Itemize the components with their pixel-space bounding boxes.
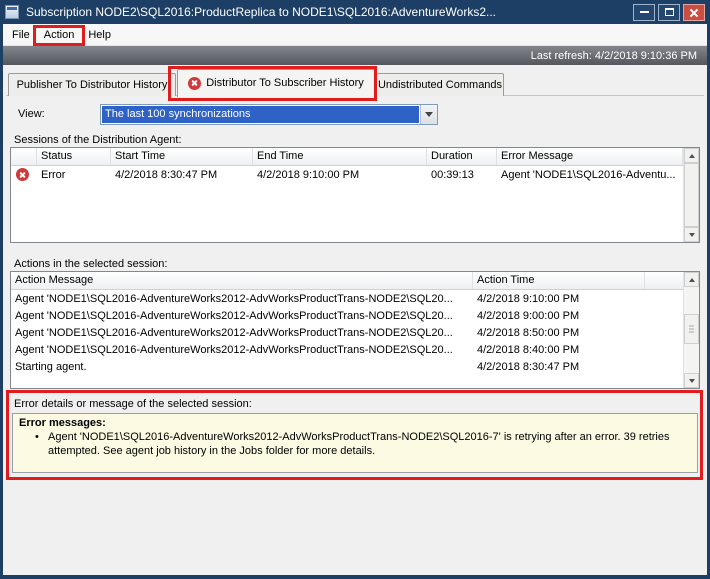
action-row[interactable]: Agent 'NODE1\SQL2016-AdventureWorks2012-… [11,341,683,358]
scroll-thumb[interactable] [684,314,699,344]
tab-distributor-to-subscriber-history[interactable]: Distributor To Subscriber History [177,69,375,97]
tab-label: Undistributed Commands [378,79,502,91]
actions-label: Actions in the selected session: [14,258,167,270]
tab-label: Distributor To Subscriber History [206,77,364,89]
window-title: Subscription NODE2\SQL2016:ProductReplic… [26,5,626,19]
session-end-time-cell: 4/2/2018 9:10:00 PM [253,169,427,181]
maximize-button[interactable] [658,4,680,21]
actions-table: Action Message Action Time Agent 'NODE1\… [10,271,700,389]
view-dropdown[interactable]: The last 100 synchronizations [100,104,438,125]
tab-publisher-to-distributor-history[interactable]: Publisher To Distributor History [8,73,176,96]
session-start-time-cell: 4/2/2018 8:30:47 PM [111,169,253,181]
action-time-cell: 4/2/2018 8:50:00 PM [473,327,645,339]
maximize-icon [665,8,674,16]
bullet-icon: • [35,431,48,458]
action-message-cell: Agent 'NODE1\SQL2016-AdventureWorks2012-… [11,327,473,339]
error-message-item: • Agent 'NODE1\SQL2016-AdventureWorks201… [35,431,691,458]
scroll-down-button[interactable] [684,227,699,242]
arrow-down-icon [689,233,695,237]
column-header-action-time[interactable]: Action Time [473,272,645,289]
menu-file[interactable]: File [5,25,37,45]
menu-help[interactable]: Help [81,25,118,45]
scroll-up-button[interactable] [684,272,699,287]
scroll-grip-icon [689,326,694,333]
view-dropdown-value: The last 100 synchronizations [102,106,419,123]
tab-strip: Publisher To Distributor History Distrib… [8,68,505,96]
action-row[interactable]: Agent 'NODE1\SQL2016-AdventureWorks2012-… [11,324,683,341]
column-header-error-message[interactable]: Error Message [497,148,683,165]
arrow-down-icon [689,379,695,383]
action-message-cell: Agent 'NODE1\SQL2016-AdventureWorks2012-… [11,344,473,356]
action-time-cell: 4/2/2018 8:40:00 PM [473,344,645,356]
client-area: File Action Help Last refresh: 4/2/2018 … [3,24,707,575]
tab-undistributed-commands[interactable]: Undistributed Commands [376,73,504,96]
column-header-end-time[interactable]: End Time [253,148,427,165]
minimize-icon [640,11,649,13]
scroll-thumb[interactable] [684,163,699,227]
action-time-cell: 4/2/2018 9:10:00 PM [473,293,645,305]
actions-table-header: Action Message Action Time [11,272,683,290]
menu-bar: File Action Help [3,24,707,46]
scroll-up-button[interactable] [684,148,699,163]
session-row[interactable]: Error 4/2/2018 8:30:47 PM 4/2/2018 9:10:… [11,166,683,183]
chevron-down-icon [425,112,433,117]
error-messages-heading: Error messages: [19,417,691,429]
session-status-icon-cell [11,168,37,181]
action-time-cell: 4/2/2018 8:30:47 PM [473,361,645,373]
scroll-down-button[interactable] [684,373,699,388]
action-time-cell: 4/2/2018 9:00:00 PM [473,310,645,322]
session-duration-cell: 00:39:13 [427,169,497,181]
error-details-label: Error details or message of the selected… [14,398,252,410]
action-row[interactable]: Agent 'NODE1\SQL2016-AdventureWorks2012-… [11,290,683,307]
column-header-status-icon[interactable] [11,148,37,165]
column-header-duration[interactable]: Duration [427,148,497,165]
dropdown-button[interactable] [420,105,437,124]
action-row[interactable]: Starting agent. 4/2/2018 8:30:47 PM [11,358,683,375]
action-message-cell: Agent 'NODE1\SQL2016-AdventureWorks2012-… [11,293,473,305]
actions-scrollbar[interactable] [683,272,699,388]
tab-label: Publisher To Distributor History [17,79,168,91]
column-header-status[interactable]: Status [37,148,111,165]
menu-action[interactable]: Action [37,25,82,45]
refresh-status-strip: Last refresh: 4/2/2018 9:10:36 PM [3,46,707,65]
action-message-cell: Agent 'NODE1\SQL2016-AdventureWorks2012-… [11,310,473,322]
window-icon [5,5,19,19]
error-details-box: Error messages: • Agent 'NODE1\SQL2016-A… [12,413,698,473]
title-bar[interactable]: Subscription NODE2\SQL2016:ProductReplic… [0,0,710,24]
minimize-button[interactable] [633,4,655,21]
session-error-message-cell: Agent 'NODE1\SQL2016-Adventu... [497,169,683,181]
sessions-scrollbar[interactable] [683,148,699,242]
arrow-up-icon [689,278,695,282]
action-message-cell: Starting agent. [11,361,473,373]
column-header-filler [645,272,683,289]
sessions-label: Sessions of the Distribution Agent: [14,134,182,146]
sessions-table: Status Start Time End Time Duration Erro… [10,147,700,243]
sessions-table-header: Status Start Time End Time Duration Erro… [11,148,683,166]
session-status-cell: Error [37,169,111,181]
error-status-icon [16,168,29,181]
arrow-up-icon [689,154,695,158]
actions-table-body: Action Message Action Time Agent 'NODE1\… [11,272,683,388]
action-row[interactable]: Agent 'NODE1\SQL2016-AdventureWorks2012-… [11,307,683,324]
error-message-text: Agent 'NODE1\SQL2016-AdventureWorks2012-… [48,431,691,458]
replication-monitor-window: Subscription NODE2\SQL2016:ProductReplic… [0,0,710,579]
sessions-table-body: Status Start Time End Time Duration Erro… [11,148,683,242]
column-header-start-time[interactable]: Start Time [111,148,253,165]
error-status-icon [188,77,201,90]
window-controls [630,4,705,21]
close-button[interactable] [683,4,705,21]
view-label: View: [18,108,45,120]
last-refresh-text: Last refresh: 4/2/2018 9:10:36 PM [531,50,697,62]
column-header-action-message[interactable]: Action Message [11,272,473,289]
